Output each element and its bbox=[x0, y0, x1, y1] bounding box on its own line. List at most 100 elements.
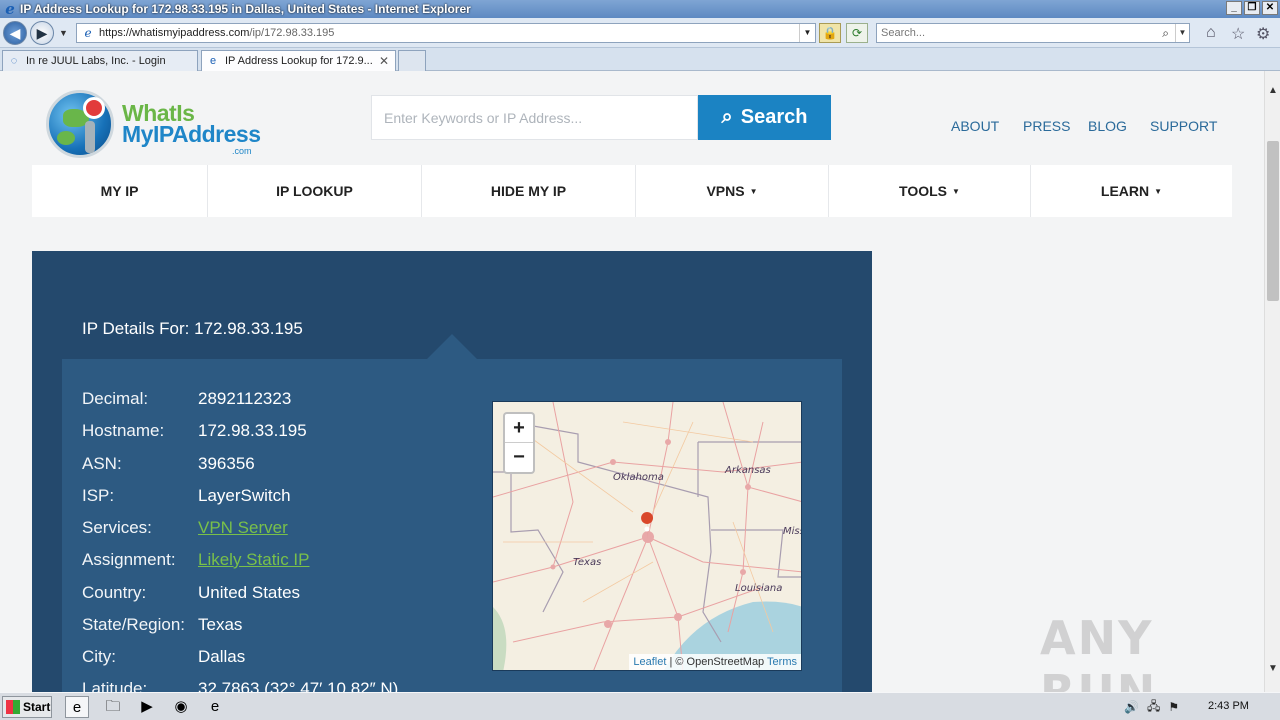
arrow-right-icon: ▶ bbox=[36, 24, 48, 41]
arrow-left-icon: ◀ bbox=[9, 24, 21, 41]
taskbar-media-player-icon[interactable]: ▶ bbox=[135, 696, 159, 718]
windows-taskbar: Start e 🗀 ▶ ◉ e 🔊 🖧 ⚑ 2:43 PM bbox=[0, 692, 1280, 720]
address-bar[interactable]: e https://whatismyipaddress.com/ip/172.9… bbox=[76, 23, 816, 43]
osm-terms-link[interactable]: Terms bbox=[767, 656, 797, 668]
start-button[interactable]: Start bbox=[2, 696, 52, 718]
globe-logo-icon bbox=[46, 90, 114, 158]
zoom-out-button[interactable]: − bbox=[505, 443, 533, 472]
nav-vpns[interactable]: VPNS ▼ bbox=[636, 165, 829, 217]
refresh-icon[interactable]: ⟳ bbox=[846, 23, 868, 43]
caret-down-icon: ▼ bbox=[952, 186, 960, 196]
nav-label: IP LOOKUP bbox=[276, 183, 353, 199]
page-content: WhatIs MyIPAddress .com Enter Keywords o… bbox=[0, 71, 1264, 692]
tab-ip-lookup[interactable]: e IP Address Lookup for 172.9... ✕ bbox=[201, 50, 396, 71]
search-button-label: Search bbox=[740, 106, 808, 128]
scroll-thumb[interactable] bbox=[1267, 141, 1279, 301]
ip-details-heading: IP Details For: 172.98.33.195 bbox=[82, 319, 303, 338]
close-tab-icon[interactable]: ✕ bbox=[379, 54, 389, 68]
lock-icon[interactable]: 🔒 bbox=[819, 23, 841, 43]
scroll-down-icon[interactable]: ▼ bbox=[1265, 663, 1280, 679]
scroll-up-icon[interactable]: ▲ bbox=[1265, 85, 1280, 101]
url-host: https://whatismyipaddress.com bbox=[99, 27, 250, 39]
address-dropdown-icon[interactable]: ▼ bbox=[799, 24, 815, 42]
ie-logo-icon: e bbox=[5, 0, 15, 18]
caret-down-icon: ▼ bbox=[1154, 186, 1163, 196]
map-zoom-control: + − bbox=[503, 412, 535, 474]
ie-page-icon: e bbox=[209, 55, 217, 67]
link-blog[interactable]: BLOG bbox=[1088, 118, 1127, 134]
link-about[interactable]: ABOUT bbox=[951, 118, 999, 134]
tab-juul-login[interactable]: ◌ In re JUUL Labs, Inc. - Login bbox=[2, 50, 198, 71]
main-nav: MY IP IP LOOKUP HIDE MY IP VPNS ▼ TOOLS ▼ … bbox=[32, 165, 1232, 217]
link-support[interactable]: SUPPORT bbox=[1150, 118, 1217, 134]
search-icon[interactable]: ⌕ bbox=[1162, 24, 1169, 42]
taskbar-ie-icon[interactable]: e bbox=[65, 696, 89, 718]
link-press[interactable]: PRESS bbox=[1023, 118, 1070, 134]
browser-navbar: ◀ ▶ ▼ e https://whatismyipaddress.com/ip… bbox=[0, 18, 1280, 48]
tab-bar: ◌ In re JUUL Labs, Inc. - Login e IP Add… bbox=[0, 48, 1280, 71]
logo-text-com: .com bbox=[232, 146, 252, 156]
taskbar-chrome-icon[interactable]: ◉ bbox=[169, 696, 193, 718]
url-path: /ip/172.98.33.195 bbox=[249, 27, 335, 39]
site-search-button[interactable]: ⌕ Search bbox=[698, 95, 831, 140]
recent-pages-dropdown[interactable]: ▼ bbox=[59, 28, 68, 38]
nav-learn[interactable]: LEARN ▼ bbox=[1031, 165, 1232, 217]
taskbar-edge-icon[interactable]: e bbox=[203, 696, 227, 718]
location-map[interactable]: Oklahoma Arkansas Texas Louisiana Miss +… bbox=[492, 401, 802, 671]
caret-down-icon: ▼ bbox=[749, 186, 758, 196]
zoom-in-button[interactable]: + bbox=[505, 414, 533, 443]
map-label-louisiana: Louisiana bbox=[735, 583, 782, 594]
panel-notch bbox=[427, 334, 477, 359]
volume-icon[interactable]: 🔊 bbox=[1124, 700, 1139, 714]
network-icon[interactable]: 🖧 bbox=[1147, 697, 1160, 718]
site-logo[interactable]: WhatIs MyIPAddress .com bbox=[46, 88, 266, 162]
site-search-placeholder: Enter Keywords or IP Address... bbox=[384, 110, 583, 126]
clock[interactable]: 2:43 PM bbox=[1208, 700, 1249, 712]
page-scrollbar[interactable]: ▲ ▼ bbox=[1264, 71, 1280, 692]
anyrun-watermark: ANY RUN bbox=[1040, 611, 1158, 692]
site-search-input[interactable]: Enter Keywords or IP Address... bbox=[371, 95, 698, 140]
start-label: Start bbox=[23, 700, 51, 714]
window-controls: _ ❐ ✕ bbox=[1226, 1, 1278, 15]
page-icon: e bbox=[84, 26, 92, 40]
window-titlebar: e IP Address Lookup for 172.98.33.195 in… bbox=[0, 0, 1280, 18]
nav-ip-lookup[interactable]: IP LOOKUP bbox=[208, 165, 422, 217]
nav-label: VPNS bbox=[706, 183, 745, 199]
nav-hide-my-ip[interactable]: HIDE MY IP bbox=[422, 165, 636, 217]
windows-flag-icon bbox=[6, 700, 20, 714]
home-icon[interactable]: ⌂ bbox=[1206, 24, 1216, 42]
nav-label: TOOLS bbox=[899, 183, 948, 199]
close-window-button[interactable]: ✕ bbox=[1262, 1, 1278, 15]
system-tray: 🔊 🖧 ⚑ bbox=[1124, 696, 1278, 718]
nav-my-ip[interactable]: MY IP bbox=[32, 165, 208, 217]
forward-button[interactable]: ▶ bbox=[30, 21, 54, 45]
map-label-oklahoma: Oklahoma bbox=[613, 472, 664, 483]
map-label-texas: Texas bbox=[573, 557, 601, 568]
browser-search-placeholder: Search... bbox=[881, 27, 926, 39]
tab-label: In re JUUL Labs, Inc. - Login bbox=[26, 55, 166, 67]
vpn-server-link[interactable]: VPN Server bbox=[198, 518, 288, 538]
new-tab-button[interactable] bbox=[398, 50, 426, 71]
nav-label: LEARN bbox=[1100, 183, 1150, 199]
taskbar-explorer-icon[interactable]: 🗀 bbox=[101, 696, 125, 718]
spinner-icon: ◌ bbox=[10, 55, 18, 67]
restore-button[interactable]: ❐ bbox=[1244, 1, 1260, 15]
map-tiles: Oklahoma Arkansas Texas Louisiana Miss bbox=[493, 402, 801, 670]
search-dropdown-icon[interactable]: ▼ bbox=[1175, 24, 1189, 42]
window-title: IP Address Lookup for 172.98.33.195 in D… bbox=[20, 2, 471, 16]
gear-icon[interactable]: ⚙ bbox=[1256, 24, 1270, 44]
logo-text-myipaddress: MyIPAddress bbox=[122, 121, 261, 147]
browser-search-input[interactable]: Search... ⌕ ▼ bbox=[876, 23, 1190, 43]
nav-label: MY IP bbox=[100, 183, 139, 199]
tab-label: IP Address Lookup for 172.9... bbox=[225, 55, 373, 67]
likely-static-ip-link[interactable]: Likely Static IP bbox=[198, 550, 310, 570]
minimize-button[interactable]: _ bbox=[1226, 1, 1242, 15]
back-button[interactable]: ◀ bbox=[3, 21, 27, 45]
search-icon: ⌕ bbox=[721, 106, 733, 128]
favorites-star-icon[interactable]: ☆ bbox=[1231, 24, 1245, 44]
map-label-arkansas: Arkansas bbox=[724, 465, 771, 476]
flag-icon[interactable]: ⚑ bbox=[1168, 700, 1179, 714]
leaflet-link[interactable]: Leaflet bbox=[633, 656, 666, 668]
map-attribution: Leaflet | © OpenStreetMap Terms bbox=[629, 654, 801, 670]
nav-tools[interactable]: TOOLS ▼ bbox=[829, 165, 1031, 217]
